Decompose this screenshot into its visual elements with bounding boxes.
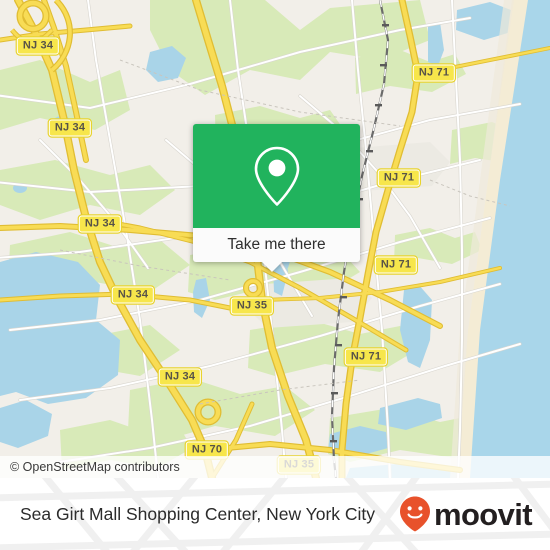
road-shield: NJ 34 [48,119,92,137]
osm-attribution-text: © OpenStreetMap contributors [10,460,180,474]
map-pin-icon [254,146,299,206]
moovit-wordmark: moovit [433,496,533,532]
road-shield: NJ 71 [412,64,456,82]
moovit-smiley-pin-icon [399,496,430,532]
location-popup-card[interactable]: Take me there [193,124,360,272]
road-shield: NJ 34 [78,215,122,233]
road-shield: NJ 71 [374,256,418,274]
moovit-map-page: NJ 34 NJ 34 NJ 34 NJ 34 NJ 34 NJ 35 NJ 3… [0,0,550,550]
road-shield: NJ 34 [158,368,202,386]
road-shield: NJ 71 [344,348,388,366]
take-me-there-label: Take me there [227,236,326,253]
popup-icon-panel [193,124,360,228]
footer-content: Sea Girt Mall Shopping Center, New York … [0,478,550,550]
road-shield: NJ 35 [230,297,274,315]
map-canvas[interactable]: NJ 34 NJ 34 NJ 34 NJ 34 NJ 34 NJ 35 NJ 3… [0,0,550,478]
road-shield: NJ 34 [16,37,60,55]
moovit-logo[interactable]: moovit [398,495,533,533]
popup-tail [262,262,282,272]
place-title: Sea Girt Mall Shopping Center, New York … [20,503,376,524]
page-footer: Sea Girt Mall Shopping Center, New York … [0,478,550,550]
road-shield: NJ 71 [377,169,421,187]
road-shield: NJ 34 [111,286,155,304]
take-me-there-button[interactable]: Take me there [193,228,360,262]
map-attribution-bar: © OpenStreetMap contributors [0,456,550,478]
